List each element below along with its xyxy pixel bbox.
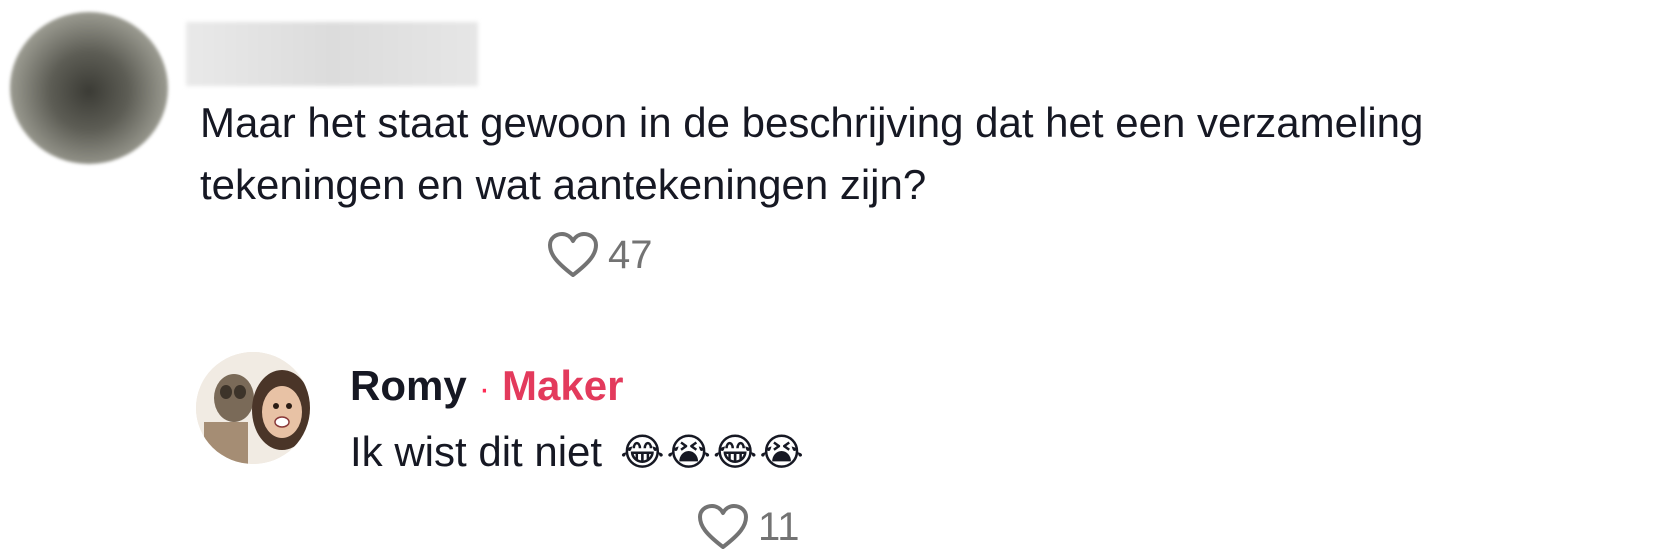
commenter-name-redacted: [186, 22, 478, 86]
reply-header: Romy · Maker: [350, 362, 623, 410]
heart-outline-icon: [548, 232, 598, 277]
reply-emojis: 😂 😭 😂 😭: [620, 430, 804, 475]
reply-like-button[interactable]: 11: [696, 502, 800, 552]
separator-dot: ·: [478, 370, 491, 408]
reply-text-content: Ik wist dit niet: [350, 428, 603, 475]
reply-like-count: 11: [758, 504, 800, 549]
comment-like-count: 47: [608, 232, 653, 277]
joy-emoji: 😂: [712, 431, 758, 474]
comment-text: Maar het staat gewoon in de beschrijving…: [200, 92, 1676, 216]
reply-author-name[interactable]: Romy: [350, 362, 467, 410]
commenter-avatar[interactable]: [10, 12, 168, 164]
comment-text-line-1: Maar het staat gewoon in de beschrijving…: [200, 99, 1424, 146]
creator-badge: Maker: [502, 362, 624, 409]
joy-emoji: 😂: [620, 431, 665, 474]
reply-avatar-photo: [196, 352, 310, 464]
heart-outline-icon: [698, 504, 748, 549]
comment-text-line-2: tekeningen en wat aantekeningen zijn?: [200, 161, 927, 208]
sob-emoji: 😭: [759, 431, 804, 474]
sob-emoji: 😭: [666, 431, 711, 474]
comment-like-button[interactable]: 47: [546, 230, 653, 280]
reply-avatar[interactable]: [196, 352, 310, 464]
reply-text: Ik wist dit niet 😂 😭 😂 😭: [350, 428, 804, 476]
